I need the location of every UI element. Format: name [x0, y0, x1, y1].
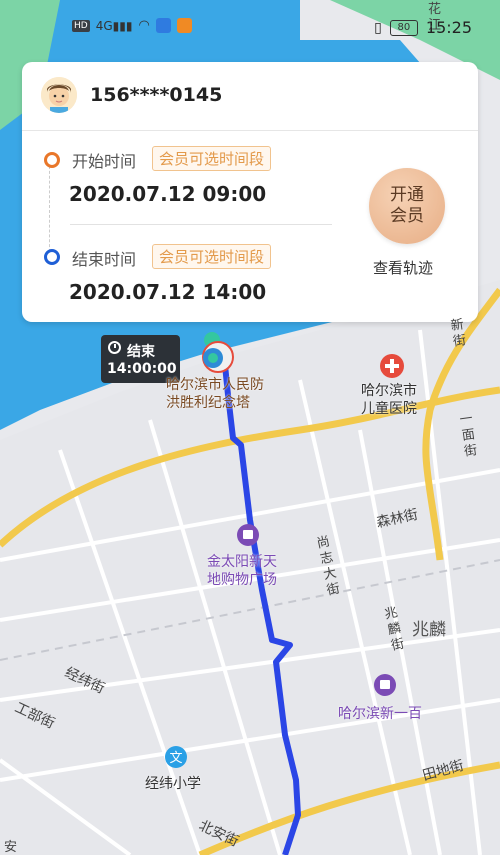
battery-icon: 80: [389, 19, 418, 36]
school-pin[interactable]: 文: [165, 746, 187, 768]
view-track-link[interactable]: 查看轨迹: [373, 257, 433, 278]
area-zhaolin-label: 兆麟: [412, 620, 446, 640]
end-label: 结束时间: [72, 250, 137, 269]
poi-hospital-label[interactable]: 哈尔滨市 儿童医院: [361, 382, 417, 418]
start-time[interactable]: 2020.07.12 09:00: [69, 182, 266, 206]
poi-mall-label[interactable]: 金太阳新天 地购物广场: [207, 553, 277, 589]
avatar[interactable]: [41, 77, 77, 113]
poi-monument-label[interactable]: 哈尔滨市人民防 洪胜利纪念塔: [166, 376, 264, 412]
hd-icon: HD: [72, 19, 90, 32]
row-divider: [70, 224, 332, 225]
trip-info-card: 156****0145 开始时间 会员可选时间段 2020.07.12 09:0…: [22, 62, 478, 322]
status-bar: HD 4G▮▮▮ ◠ ▯ 80 15:25: [0, 0, 500, 56]
app-icon-2: [176, 18, 192, 33]
start-label: 开始时间: [72, 152, 137, 171]
store-pin[interactable]: [374, 674, 396, 696]
start-member-tag[interactable]: 会员可选时间段: [152, 146, 272, 171]
poi-store-label[interactable]: 哈尔滨新一百: [338, 703, 422, 723]
end-bubble-time: 14:00:00: [107, 361, 177, 377]
end-member-tag[interactable]: 会员可选时间段: [152, 244, 272, 269]
mall-pin[interactable]: [237, 524, 259, 546]
vip-line2: 会员: [390, 206, 424, 226]
vibrate-icon: ▯: [374, 19, 382, 36]
timeline-connector: [49, 166, 50, 252]
user-header: 156****0145: [22, 62, 478, 131]
wifi-icon: ◠: [138, 18, 150, 33]
status-left-icons: HD 4G▮▮▮ ◠: [72, 18, 192, 33]
app-icon-1: [155, 18, 171, 33]
end-dot-icon: [44, 249, 60, 265]
end-bubble-label: 结束: [127, 344, 155, 360]
street-corner-label: 安: [4, 840, 18, 855]
vip-line1: 开通: [390, 185, 424, 205]
end-time[interactable]: 2020.07.12 14:00: [69, 280, 266, 304]
open-membership-button[interactable]: 开通 会员: [369, 168, 445, 244]
svg-text:文: 文: [169, 751, 182, 766]
street-top-label: 花 江: [428, 2, 442, 33]
poi-school-label[interactable]: 经纬小学: [145, 773, 201, 793]
hospital-pin[interactable]: [380, 354, 404, 378]
clock-icon: [108, 341, 121, 354]
start-dot-icon: [44, 152, 60, 168]
signal-icon: 4G▮▮▮: [95, 18, 133, 33]
phone-number: 156****0145: [90, 84, 223, 106]
